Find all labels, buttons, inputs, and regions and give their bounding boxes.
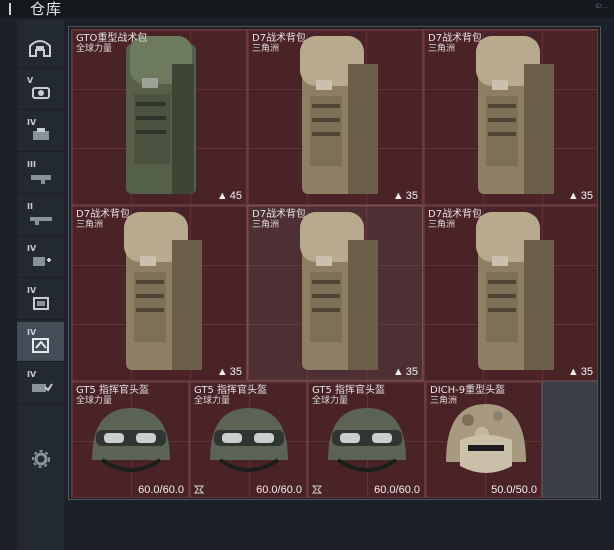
header-bar: 仓库 ID:... [0, 0, 614, 18]
item-name: D7战术背包 [428, 33, 483, 44]
item-name: D7战术背包 [428, 209, 483, 220]
item-brand: 全球力量 [194, 396, 231, 406]
tier-iii-icon [31, 175, 51, 184]
capacity-badge: ▲ 35 [568, 366, 593, 378]
item-brand: 全球力量 [76, 44, 113, 54]
tier-iv-icon [33, 128, 49, 140]
capacity-badge: ▲ 35 [393, 366, 418, 378]
item-slot[interactable]: GT5 指挥官头盔 全球力量 60.0/60.0 [189, 381, 307, 498]
durability-value: 60.0/60.0 [256, 484, 302, 496]
helmet-icon [29, 40, 51, 57]
weight-icon: ▲ [216, 190, 228, 202]
tier-ii-icon [30, 217, 52, 225]
inventory-grid: GTO重型战术包 全球力量 ▲ 45 D7战术背包 三角洲 ▲ 35 D7战术背… [68, 26, 601, 500]
durability-value: 60.0/60.0 [138, 484, 184, 496]
sidebar-item-tier-iv[interactable]: IV [17, 112, 64, 152]
sidebar-item-tier-iv-box[interactable]: IV [17, 280, 64, 320]
item-brand: 全球力量 [312, 396, 349, 406]
capacity-badge: ▲ 35 [217, 366, 242, 378]
sidebar-item-tier-iv-active[interactable]: IV [17, 322, 64, 362]
capacity-value: 35 [580, 190, 593, 202]
item-brand: 全球力量 [76, 396, 113, 406]
capacity-value: 35 [580, 366, 593, 378]
sidebar-item-tier-ii[interactable]: II [17, 196, 64, 236]
capacity-badge: ▲ 35 [393, 190, 418, 202]
item-slot[interactable]: GT5 指挥官头盔 全球力量 60.0/60.0 [71, 381, 189, 498]
item-slot[interactable]: GTO重型战术包 全球力量 ▲ 45 [71, 29, 247, 205]
capacity-value: 35 [405, 190, 418, 202]
helmet-icon [92, 408, 170, 472]
backpack-icon [476, 36, 554, 194]
item-name: GTO重型战术包 [76, 33, 148, 44]
item-slot[interactable]: D7战术背包 三角洲 ▲ 35 [247, 29, 423, 205]
item-name: DICH-9重型头盔 [430, 385, 506, 396]
backpack-icon [300, 212, 378, 370]
capacity-value: 35 [229, 366, 242, 378]
helmet-icon [328, 408, 406, 472]
item-name: GT5 指挥官头盔 [312, 385, 386, 396]
item-name: D7战术背包 [76, 209, 131, 220]
header-accent [9, 3, 11, 15]
item-slot[interactable]: DICH-9重型头盔 三角洲 50.0/50.0 [425, 381, 542, 498]
tier-iv-box-icon [33, 297, 49, 310]
backpack-icon [300, 36, 378, 194]
durability-value: 60.0/60.0 [374, 484, 420, 496]
item-slot[interactable]: D7战术背包 三角洲 ▲ 35 [71, 205, 247, 381]
item-brand: 三角洲 [252, 220, 280, 230]
backpack-icon [126, 36, 196, 194]
backpack-icon [124, 212, 202, 370]
sidebar-item-helmet[interactable] [17, 28, 64, 68]
weight-icon: ▲ [567, 190, 579, 202]
empty-slot[interactable] [542, 381, 598, 498]
capacity-value: 45 [229, 190, 242, 202]
tier-iv-active-icon [32, 338, 49, 353]
durability-value: 50.0/50.0 [491, 484, 537, 496]
item-slot[interactable]: D7战术背包 三角洲 ▲ 35 [423, 29, 598, 205]
damage-icon [194, 485, 204, 494]
item-slot[interactable]: D7战术背包 三角洲 ▲ 35 [247, 205, 423, 381]
sidebar-item-tier-iv-check[interactable]: IV [17, 364, 64, 404]
item-brand: 三角洲 [430, 396, 458, 406]
capacity-badge: ▲ 35 [568, 190, 593, 202]
corner-text: ID:... [595, 4, 608, 10]
sidebar-item-tier-iv-plus[interactable]: IV [17, 238, 64, 278]
tier-v-icon [32, 87, 50, 99]
sidebar-item-tier-v[interactable]: V [17, 70, 64, 110]
item-slot[interactable]: GT5 指挥官头盔 全球力量 60.0/60.0 [307, 381, 425, 498]
helmet-icon [446, 404, 526, 473]
item-brand: 三角洲 [428, 44, 456, 54]
weight-icon: ▲ [392, 366, 404, 378]
item-brand: 三角洲 [76, 220, 104, 230]
tier-iv-plus-icon [33, 257, 51, 266]
weight-icon: ▲ [567, 366, 579, 378]
item-slot[interactable]: D7战术背包 三角洲 ▲ 35 [423, 205, 598, 381]
helmet-icon [210, 408, 288, 472]
item-name: GT5 指挥官头盔 [76, 385, 150, 396]
item-name: D7战术背包 [252, 33, 307, 44]
sidebar-item-tier-iii[interactable]: III [17, 154, 64, 194]
page-title: 仓库 [30, 0, 63, 18]
weight-icon: ▲ [216, 366, 228, 378]
backpack-icon [476, 212, 554, 370]
weight-icon: ▲ [392, 190, 404, 202]
gear-icon [32, 450, 50, 468]
sidebar: V IV III II IV IV IV IV [17, 20, 64, 550]
capacity-value: 35 [405, 366, 418, 378]
sidebar-item-settings[interactable] [17, 438, 64, 478]
item-name: GT5 指挥官头盔 [194, 385, 268, 396]
item-brand: 三角洲 [252, 44, 280, 54]
capacity-badge: ▲ 45 [217, 190, 242, 202]
item-name: D7战术背包 [252, 209, 307, 220]
item-brand: 三角洲 [428, 220, 456, 230]
damage-icon [312, 485, 322, 494]
tier-iv-check-icon [32, 383, 53, 392]
